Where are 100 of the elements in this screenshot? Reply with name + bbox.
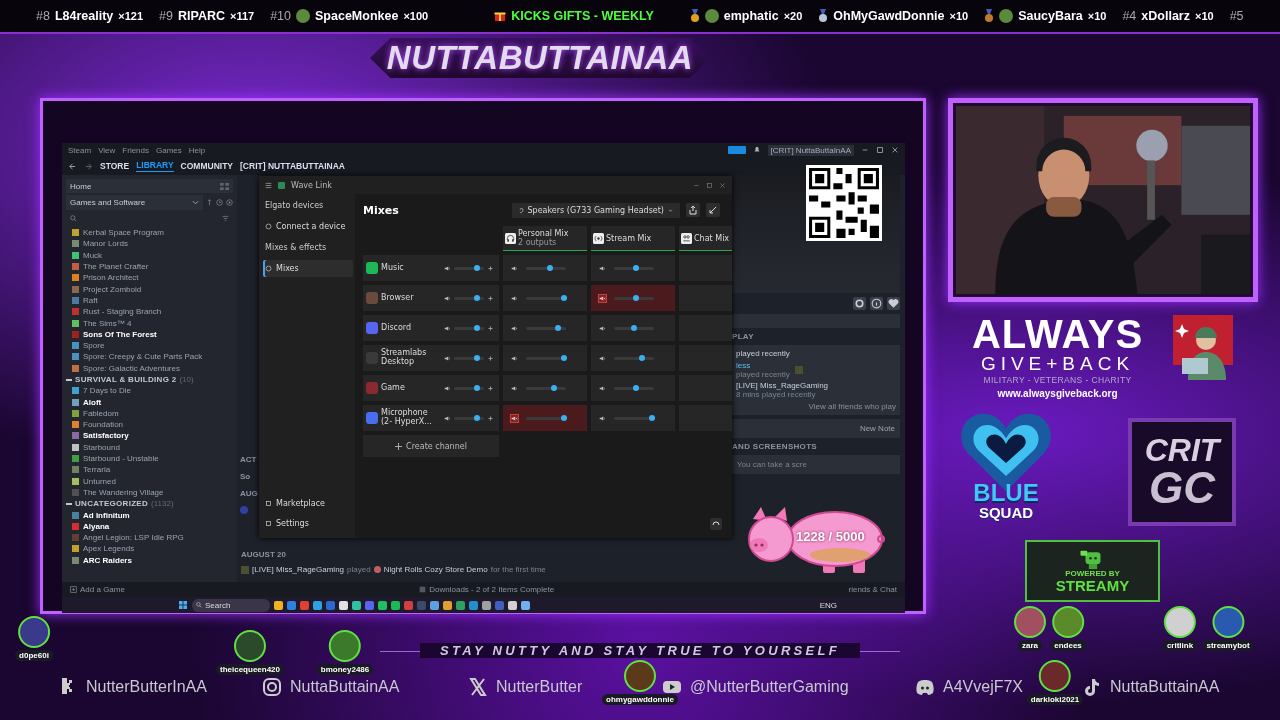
charity-url[interactable]: www.alwaysgiveback.org — [997, 387, 1118, 399]
game-list-item[interactable]: Spore: Galactic Adventures — [66, 362, 233, 374]
downloads-status[interactable]: Downloads - 2 of 2 Items Complete — [419, 585, 555, 594]
game-list-item[interactable]: The Planet Crafter — [66, 260, 233, 273]
speaker-icon[interactable] — [511, 384, 518, 392]
mix-header[interactable]: Stream Mix — [591, 226, 675, 251]
collection-heading[interactable]: SURVIVAL & BUILDING 2 — [75, 375, 177, 384]
game-list-item[interactable]: Kerbal Space Program — [66, 227, 233, 239]
home-button[interactable]: Home — [66, 179, 233, 193]
volume-slider[interactable] — [561, 415, 567, 421]
broadcast-icon[interactable] — [727, 146, 746, 154]
volume-slider[interactable] — [473, 325, 480, 331]
game-list-item[interactable]: The Sims™ 4 — [66, 317, 233, 329]
game-list-item[interactable]: Apex Legends — [66, 543, 233, 555]
volume-slider[interactable] — [473, 295, 480, 301]
collection-heading[interactable]: UNCATEGORIZED — [75, 499, 149, 509]
muted-speaker-icon[interactable] — [599, 294, 606, 302]
sort-icon[interactable] — [206, 199, 213, 206]
volume-slider[interactable] — [633, 385, 639, 391]
speaker-icon[interactable] — [599, 414, 606, 422]
headset-icon[interactable] — [710, 518, 722, 530]
game-list-item[interactable]: Starbound - Unstable — [66, 452, 233, 465]
collapse-icon[interactable] — [66, 378, 72, 381]
menu-item[interactable]: Help — [188, 145, 206, 155]
sidebar-item[interactable]: Mixes — [263, 260, 353, 277]
pin-icon[interactable] — [487, 384, 494, 392]
game-list-item[interactable]: Angel Legion: LSP Idle RPG — [66, 532, 233, 544]
user-link[interactable]: [LIVE] Miss_RageGaming — [252, 565, 345, 574]
speaker-icon[interactable] — [444, 384, 451, 392]
new-note-button[interactable]: New Note — [859, 424, 895, 433]
game-list-item[interactable]: Prison Architect — [66, 272, 233, 284]
maximize-icon[interactable] — [706, 181, 713, 189]
game-list-item[interactable]: Muck — [66, 249, 233, 261]
add-game-button[interactable]: Add a Game — [70, 585, 125, 594]
game-list-item[interactable]: Spore — [66, 339, 233, 352]
game-list-item[interactable]: Manor Lords — [66, 238, 233, 250]
friend-name[interactable]: less — [736, 361, 790, 370]
nav-tab[interactable]: LIBRARY — [136, 160, 174, 172]
grid-view-icon[interactable] — [220, 182, 229, 190]
game-list-item[interactable]: Starbound — [66, 441, 233, 453]
friend-name[interactable]: [LIVE] Miss_RageGaming — [736, 381, 829, 390]
game-list-item[interactable]: Foundation — [66, 419, 233, 431]
menu-item[interactable]: Games — [156, 145, 182, 155]
sidebar-item[interactable]: Marketplace — [263, 495, 353, 512]
volume-slider[interactable] — [561, 295, 567, 301]
nav-tab[interactable]: COMMUNITY — [180, 160, 234, 172]
volume-slider[interactable] — [473, 265, 480, 271]
maximize-icon[interactable] — [876, 146, 884, 154]
play-icon[interactable] — [226, 199, 233, 206]
speaker-icon[interactable] — [511, 264, 518, 272]
speaker-icon[interactable] — [444, 264, 451, 272]
game-list-item[interactable]: Unturned — [66, 475, 233, 487]
game-list-item[interactable]: The Wandering Village — [66, 486, 233, 499]
speaker-icon[interactable] — [599, 324, 606, 332]
volume-slider[interactable] — [547, 265, 553, 271]
muted-speaker-icon[interactable] — [511, 414, 518, 422]
social-handle[interactable]: NuttaButtainAA — [290, 678, 400, 696]
volume-slider[interactable] — [551, 385, 557, 391]
game-list-item[interactable]: Raft — [66, 294, 233, 307]
settings-icon[interactable] — [853, 297, 866, 310]
friends-chat-button[interactable]: riends & Chat — [848, 585, 897, 594]
pin-icon[interactable] — [487, 264, 494, 272]
game-list-item[interactable]: Satisfactory — [66, 430, 233, 442]
game-list-item[interactable]: Spore: Creepy & Cute Parts Pack — [66, 351, 233, 363]
volume-slider[interactable] — [639, 355, 645, 361]
volume-slider[interactable] — [633, 265, 639, 271]
start-icon[interactable] — [178, 600, 188, 610]
sidebar-item[interactable]: Settings — [263, 515, 353, 532]
speaker-icon[interactable] — [511, 294, 518, 302]
game-list-item[interactable]: Aloft — [66, 396, 233, 408]
collapse-icon[interactable] — [706, 203, 720, 217]
share-icon[interactable] — [686, 203, 700, 217]
speaker-icon[interactable] — [444, 324, 451, 332]
volume-slider[interactable] — [473, 385, 480, 391]
speaker-icon[interactable] — [599, 264, 606, 272]
menu-item[interactable]: View — [98, 145, 116, 155]
volume-slider[interactable] — [633, 295, 639, 301]
nav-tab[interactable]: STORE — [100, 160, 130, 172]
volume-slider[interactable] — [631, 325, 637, 331]
menu-icon[interactable] — [265, 181, 272, 189]
game-list-item[interactable]: Sons Of The Forest — [66, 328, 233, 340]
volume-slider[interactable] — [561, 355, 567, 361]
social-handle[interactable]: @NutterButterGaming — [690, 678, 849, 696]
speaker-icon[interactable] — [599, 354, 606, 362]
game-list-item[interactable]: Project Zomboid — [66, 283, 233, 295]
menu-item[interactable]: Friends — [122, 145, 149, 155]
pin-icon[interactable] — [487, 414, 494, 422]
game-link[interactable]: Night Rolls Cozy Store Demo — [383, 565, 488, 574]
nav-tab[interactable]: [CRIT] NUTTABUTTAINAA — [240, 160, 345, 172]
close-icon[interactable] — [719, 181, 726, 189]
speaker-icon[interactable] — [511, 324, 518, 332]
view-friends-link[interactable]: View all friends who play — [808, 402, 896, 411]
info-icon[interactable] — [870, 297, 883, 310]
pin-icon[interactable] — [487, 354, 494, 362]
collection-dropdown[interactable]: Games and Software — [66, 195, 203, 210]
speaker-icon[interactable] — [599, 384, 606, 392]
speaker-icon[interactable] — [444, 294, 451, 302]
game-list-item[interactable]: Terraria — [66, 464, 233, 476]
clock-icon[interactable] — [216, 199, 223, 206]
collapse-icon[interactable] — [66, 502, 72, 505]
